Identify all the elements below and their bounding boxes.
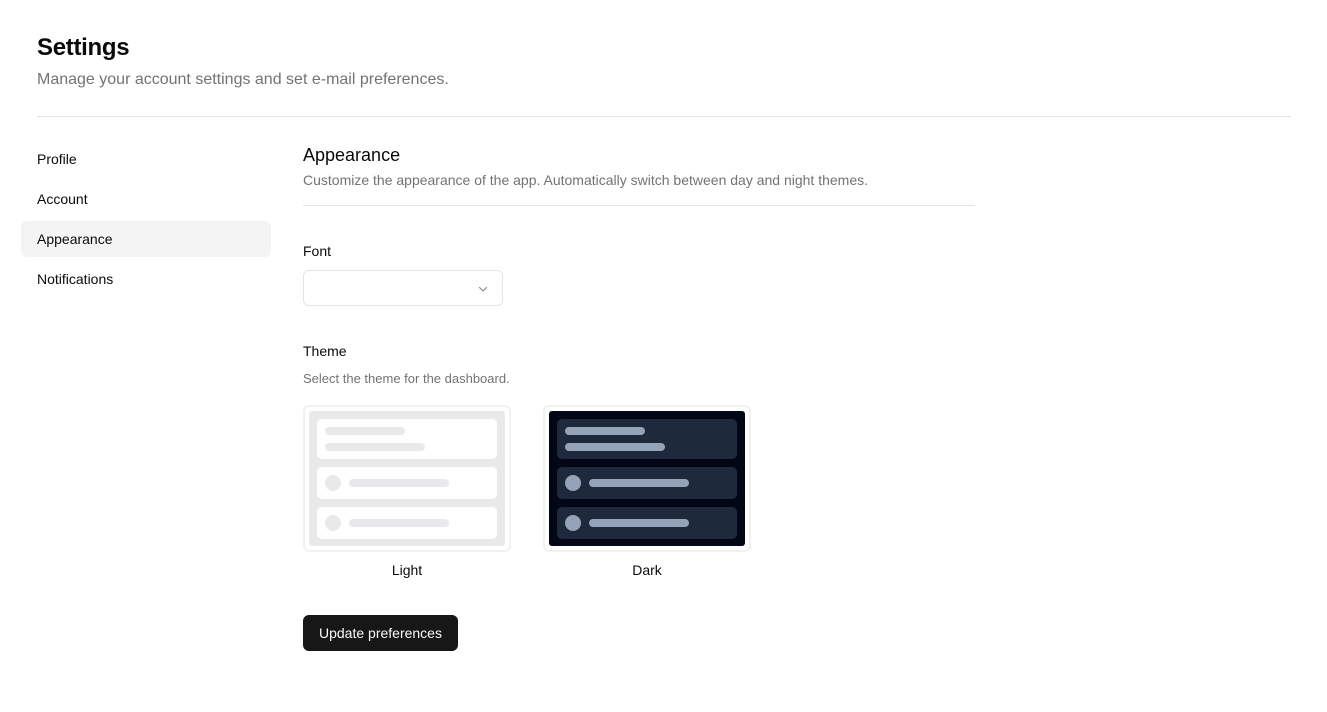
preview-card bbox=[557, 419, 737, 459]
theme-preview-dark bbox=[543, 405, 751, 552]
preview-line bbox=[349, 519, 449, 527]
theme-option-light[interactable]: Light bbox=[303, 405, 511, 579]
font-select[interactable] bbox=[303, 270, 503, 306]
preview-background bbox=[309, 411, 505, 546]
preview-avatar bbox=[565, 475, 581, 491]
preview-line bbox=[565, 443, 665, 451]
preview-card bbox=[557, 467, 737, 499]
page-subtitle: Manage your account settings and set e-m… bbox=[37, 71, 449, 88]
font-label: Font bbox=[303, 243, 332, 259]
preview-avatar bbox=[325, 515, 341, 531]
sidebar-item-notifications[interactable]: Notifications bbox=[21, 261, 271, 297]
preview-line bbox=[565, 427, 645, 435]
page-title: Settings bbox=[37, 34, 130, 61]
settings-sidebar: Profile Account Appearance Notifications bbox=[21, 141, 271, 301]
preview-card bbox=[557, 507, 737, 539]
sidebar-item-label: Notifications bbox=[37, 271, 114, 287]
settings-page: Settings Manage your account settings an… bbox=[0, 0, 1327, 712]
sidebar-item-profile[interactable]: Profile bbox=[21, 141, 271, 177]
sidebar-item-appearance[interactable]: Appearance bbox=[21, 221, 271, 257]
preview-line bbox=[325, 427, 405, 435]
theme-option-dark[interactable]: Dark bbox=[543, 405, 751, 579]
section-description: Customize the appearance of the app. Aut… bbox=[303, 172, 869, 188]
section-divider bbox=[303, 205, 975, 206]
theme-preview-light bbox=[303, 405, 511, 552]
update-preferences-button[interactable]: Update preferences bbox=[303, 615, 458, 651]
theme-description: Select the theme for the dashboard. bbox=[303, 371, 510, 386]
preview-avatar bbox=[565, 515, 581, 531]
preview-avatar bbox=[325, 475, 341, 491]
header-divider bbox=[37, 116, 1291, 117]
sidebar-item-label: Appearance bbox=[37, 231, 113, 247]
theme-option-label: Light bbox=[391, 562, 423, 578]
preview-card bbox=[317, 507, 497, 539]
preview-background bbox=[549, 411, 745, 546]
preview-card bbox=[317, 419, 497, 459]
preview-line bbox=[325, 443, 425, 451]
sidebar-item-label: Account bbox=[37, 191, 88, 207]
sidebar-item-account[interactable]: Account bbox=[21, 181, 271, 217]
appearance-panel: Appearance Customize the appearance of t… bbox=[303, 143, 975, 651]
preview-card bbox=[317, 467, 497, 499]
preview-line bbox=[589, 519, 689, 527]
theme-label: Theme bbox=[303, 343, 347, 359]
theme-option-label: Dark bbox=[632, 562, 662, 578]
chevron-down-icon bbox=[478, 286, 488, 292]
preview-line bbox=[589, 479, 689, 487]
sidebar-item-label: Profile bbox=[37, 151, 77, 167]
preview-line bbox=[349, 479, 449, 487]
section-title: Appearance bbox=[303, 145, 401, 165]
